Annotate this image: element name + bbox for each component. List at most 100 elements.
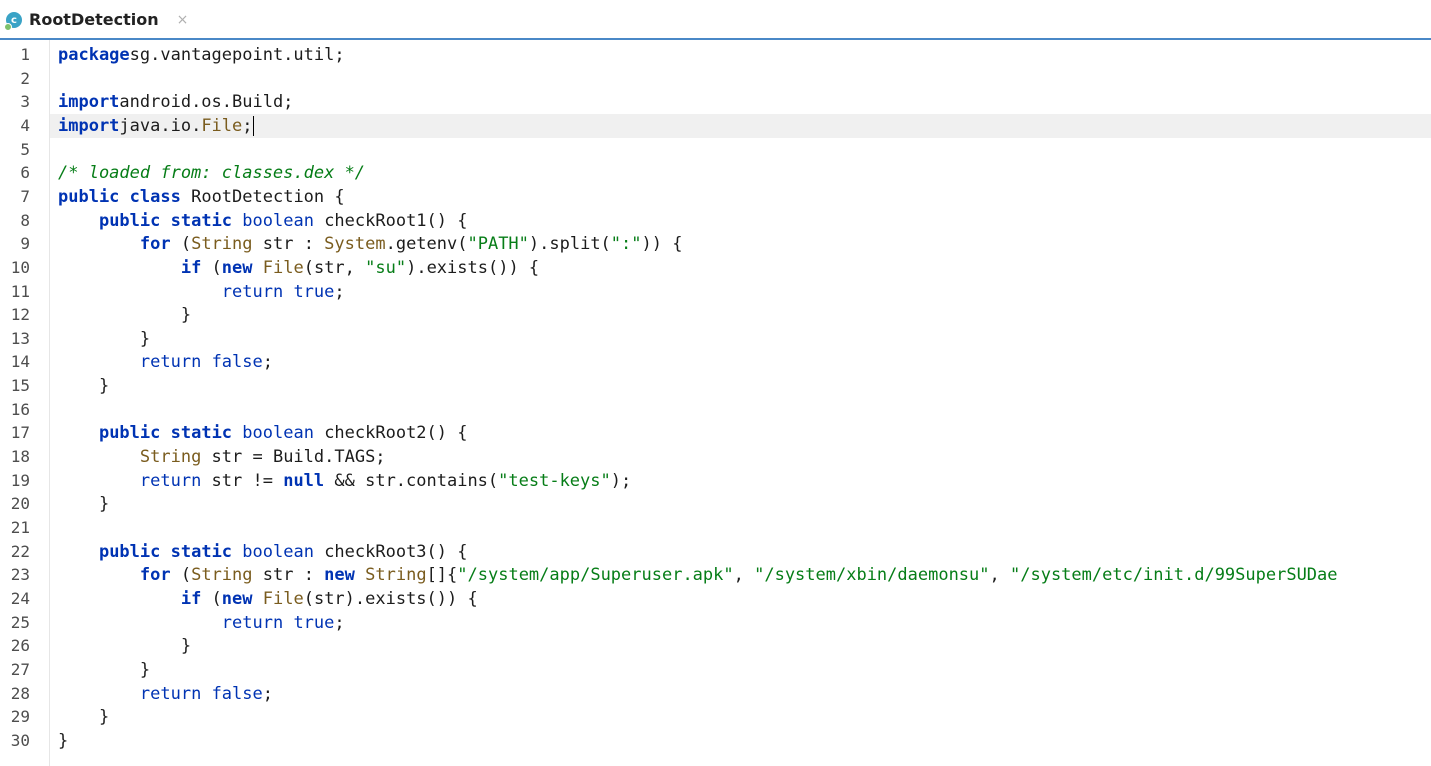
code-line[interactable]: return str != null && str.contains("test… <box>58 469 631 493</box>
code-line[interactable]: String str = Build.TAGS; <box>58 445 386 469</box>
code-token: )) <box>641 234 662 255</box>
code-token: } <box>58 730 69 751</box>
code-line[interactable]: public static boolean checkRoot3() { <box>58 540 468 564</box>
code-line[interactable]: } <box>58 634 191 658</box>
code-token: return <box>139 352 202 373</box>
code-token: ; <box>242 115 253 136</box>
code-line[interactable]: if (new File(str, "su").exists()) { <box>58 256 539 280</box>
tab-title: RootDetection <box>29 9 159 29</box>
code-token: for <box>139 565 171 586</box>
code-line[interactable]: importandroid.os.Build; <box>58 90 293 114</box>
code-token: true <box>293 612 335 633</box>
code-token: } <box>58 659 151 680</box>
code-token: } <box>58 305 192 326</box>
line-number: 20 <box>10 494 30 514</box>
code-token: ); <box>610 470 632 491</box>
code-token: ":" <box>610 234 642 255</box>
text-caret <box>252 115 254 136</box>
code-line[interactable]: } <box>58 303 191 327</box>
code-token: sg.vantagepoint.util; <box>129 45 345 65</box>
code-line[interactable]: public class RootDetection { <box>58 185 345 209</box>
code-line[interactable]: return false; <box>58 350 273 374</box>
code-line[interactable]: importjava.io.File; <box>58 114 254 138</box>
code-line[interactable]: return true; <box>58 611 345 635</box>
code-token: new <box>324 565 355 586</box>
code-line[interactable]: for (String str : System.getenv("PATH").… <box>58 232 683 256</box>
code-token: class <box>129 186 181 207</box>
code-line[interactable]: for (String str : new String[]{"/system/… <box>58 563 1338 587</box>
code-token: ).exists()) { <box>406 257 540 278</box>
code-token: checkRoot1() { <box>313 210 468 231</box>
code-token: true <box>293 281 335 302</box>
line-number: 26 <box>10 636 30 656</box>
code-line[interactable]: public static boolean checkRoot1() { <box>58 209 468 233</box>
code-line[interactable]: } <box>58 492 109 516</box>
code-token: ; <box>262 352 273 373</box>
line-number: 27 <box>10 659 30 679</box>
code-line[interactable]: } <box>58 374 109 398</box>
code-token: /* loaded from: classes.dex */ <box>58 163 366 184</box>
line-number: 1 <box>20 45 30 64</box>
line-number: 6 <box>20 163 30 183</box>
line-number: 11 <box>10 281 30 301</box>
code-token: File <box>262 257 304 278</box>
line-number-gutter: 1 2 3 4 5 6 7 8 9 10 11 12 13 14 15 16 17 18 19 20 21 22 23 24 2… <box>0 40 50 766</box>
code-token: ; <box>334 612 345 633</box>
code-token: checkRoot2() { <box>313 423 468 444</box>
code-token: public <box>98 541 161 562</box>
line-number: 23 <box>10 565 30 585</box>
line-number: 2 <box>20 68 30 88</box>
line-number: 19 <box>10 470 30 490</box>
code-token: "/system/etc/init.d/99SuperSUDae <box>1010 565 1338 586</box>
line-number: 4 <box>20 115 30 135</box>
line-number: 13 <box>10 328 30 348</box>
line-number: 9 <box>20 234 30 254</box>
code-token: String <box>191 234 253 255</box>
code-token: return <box>139 683 202 704</box>
code-token: null <box>283 470 325 491</box>
code-line[interactable]: packagesg.vantagepoint.util; <box>58 43 345 67</box>
code-token: static <box>170 541 233 562</box>
code-token: ( <box>201 588 222 609</box>
line-number: 24 <box>10 588 30 608</box>
close-icon[interactable]: × <box>177 12 189 28</box>
code-line[interactable]: /* loaded from: classes.dex */ <box>58 161 365 185</box>
tab-rootdetection[interactable]: c RootDetection × <box>0 0 201 38</box>
code-line[interactable]: if (new File(str).exists()) { <box>58 587 478 611</box>
code-line[interactable]: public static boolean checkRoot2() { <box>58 421 468 445</box>
code-editor[interactable]: 1 2 3 4 5 6 7 8 9 10 11 12 13 14 15 16 17 18 19 20 21 22 23 24 2… <box>0 40 1431 766</box>
code-line[interactable]: } <box>58 658 150 682</box>
code-line[interactable]: return true; <box>58 280 345 304</box>
code-token: import <box>58 115 120 136</box>
code-token: new <box>221 257 253 278</box>
code-token: str != <box>201 470 284 491</box>
code-line[interactable]: } <box>58 327 150 351</box>
class-icon-letter: c <box>11 14 17 26</box>
line-number: 30 <box>10 730 30 750</box>
code-line[interactable]: return false; <box>58 682 273 706</box>
code-line[interactable]: } <box>58 729 68 753</box>
code-area[interactable]: packagesg.vantagepoint.util; importandroi… <box>50 40 1431 766</box>
line-number: 29 <box>10 707 30 727</box>
code-token: public <box>98 423 161 444</box>
code-token: } <box>58 494 110 515</box>
code-line[interactable]: } <box>58 705 109 729</box>
code-token: "su" <box>365 257 407 278</box>
code-token: (str).exists()) { <box>303 588 478 609</box>
current-line-highlight <box>50 113 1431 138</box>
code-token: .getenv( <box>385 234 468 255</box>
